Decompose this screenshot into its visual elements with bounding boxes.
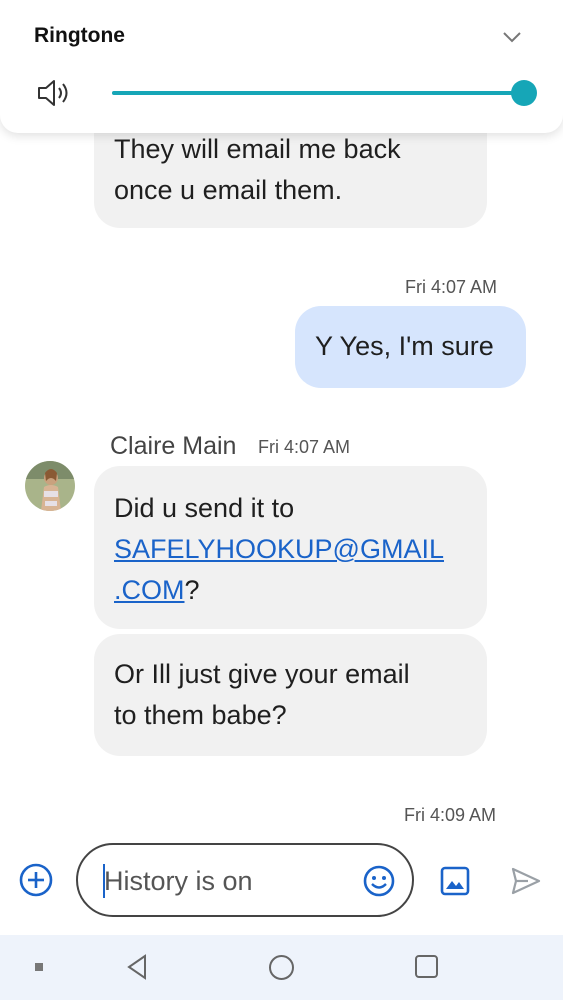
- avatar[interactable]: [25, 461, 75, 511]
- slider-fill: [112, 91, 524, 95]
- navigation-bar: [0, 935, 563, 1000]
- ringtone-title: Ringtone: [34, 24, 125, 47]
- back-icon[interactable]: [125, 953, 149, 981]
- add-icon[interactable]: [18, 862, 54, 898]
- send-icon[interactable]: [510, 866, 542, 896]
- sender-name: Claire Main: [110, 432, 237, 460]
- emoji-icon[interactable]: [362, 864, 396, 898]
- speaker-icon[interactable]: [36, 78, 70, 108]
- slider-thumb[interactable]: [511, 80, 537, 106]
- gallery-icon[interactable]: [440, 866, 470, 896]
- recents-square-small-icon[interactable]: [34, 962, 44, 972]
- message-timestamp: Fri 4:07 AM: [405, 277, 498, 297]
- chevron-down-icon[interactable]: [501, 26, 523, 48]
- message-bubble-incoming[interactable]: Or Ill just give your email to them babe…: [94, 634, 487, 756]
- message-timestamp: Fri 4:09 AM: [404, 805, 497, 825]
- email-link[interactable]: SAFELYHOOKUP@GMAIL: [114, 534, 444, 564]
- message-text-line: to them babe?: [114, 700, 287, 730]
- text-caret: [103, 864, 105, 898]
- compose-field[interactable]: [76, 843, 414, 917]
- message-text-line: once u email them.: [114, 175, 343, 205]
- overview-icon[interactable]: [414, 954, 439, 979]
- message-input[interactable]: [104, 863, 354, 899]
- message-bubble-incoming[interactable]: Did u send it to SAFELYHOOKUP@GMAIL .COM…: [94, 466, 487, 629]
- message-text-suffix: ?: [184, 575, 200, 605]
- sender-timestamp: Fri 4:07 AM: [258, 437, 351, 457]
- message-bubble-outgoing[interactable]: Y Yes, I'm sure: [295, 306, 526, 388]
- ringtone-volume-panel: Ringtone: [0, 0, 563, 133]
- message-text-line: They will email me back: [114, 134, 401, 164]
- message-text-line: Or Ill just give your email: [114, 659, 410, 689]
- home-icon[interactable]: [268, 954, 295, 981]
- message-text-line: Did u send it to: [114, 493, 295, 523]
- contact-photo: [25, 461, 75, 511]
- message-text: Y Yes, I'm sure: [315, 331, 494, 361]
- volume-slider[interactable]: [112, 80, 537, 106]
- email-link-continued[interactable]: .COM: [114, 575, 185, 605]
